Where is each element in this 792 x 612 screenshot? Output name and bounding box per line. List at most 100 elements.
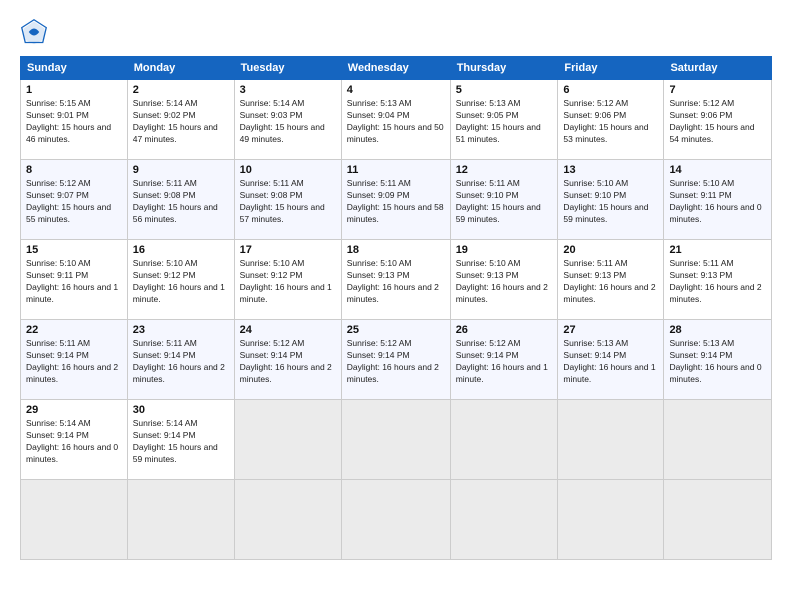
calendar-week-row: 22 Sunrise: 5:11 AMSunset: 9:14 PMDayligh… [21, 320, 772, 400]
empty-cell [664, 400, 772, 480]
empty-cell [341, 400, 450, 480]
day-cell: 28 Sunrise: 5:13 AMSunset: 9:14 PMDayligh… [664, 320, 772, 400]
empty-cell [127, 480, 234, 560]
day-detail: Sunrise: 5:10 AMSunset: 9:12 PMDaylight:… [240, 258, 336, 306]
day-number: 7 [669, 84, 766, 96]
day-detail: Sunrise: 5:10 AMSunset: 9:11 PMDaylight:… [669, 178, 766, 226]
weekday-header: Sunday [21, 57, 128, 80]
day-number: 10 [240, 164, 336, 176]
calendar-header-row: SundayMondayTuesdayWednesdayThursdayFrid… [21, 57, 772, 80]
calendar-week-row: 1 Sunrise: 5:15 AMSunset: 9:01 PMDaylight… [21, 80, 772, 160]
day-number: 18 [347, 244, 445, 256]
empty-cell [450, 480, 558, 560]
day-cell: 30 Sunrise: 5:14 AMSunset: 9:14 PMDayligh… [127, 400, 234, 480]
day-number: 13 [563, 164, 658, 176]
logo [20, 18, 52, 46]
day-detail: Sunrise: 5:10 AMSunset: 9:13 PMDaylight:… [347, 258, 445, 306]
weekday-header: Wednesday [341, 57, 450, 80]
empty-cell [558, 400, 664, 480]
day-cell: 22 Sunrise: 5:11 AMSunset: 9:14 PMDayligh… [21, 320, 128, 400]
day-detail: Sunrise: 5:13 AMSunset: 9:04 PMDaylight:… [347, 98, 445, 146]
day-cell: 3 Sunrise: 5:14 AMSunset: 9:03 PMDaylight… [234, 80, 341, 160]
logo-icon [20, 18, 48, 46]
day-cell: 21 Sunrise: 5:11 AMSunset: 9:13 PMDayligh… [664, 240, 772, 320]
day-number: 5 [456, 84, 553, 96]
day-detail: Sunrise: 5:11 AMSunset: 9:10 PMDaylight:… [456, 178, 553, 226]
day-cell: 8 Sunrise: 5:12 AMSunset: 9:07 PMDaylight… [21, 160, 128, 240]
day-detail: Sunrise: 5:13 AMSunset: 9:14 PMDaylight:… [563, 338, 658, 386]
day-cell: 15 Sunrise: 5:10 AMSunset: 9:11 PMDayligh… [21, 240, 128, 320]
day-number: 14 [669, 164, 766, 176]
day-detail: Sunrise: 5:12 AMSunset: 9:06 PMDaylight:… [669, 98, 766, 146]
day-detail: Sunrise: 5:13 AMSunset: 9:14 PMDaylight:… [669, 338, 766, 386]
day-number: 26 [456, 324, 553, 336]
day-number: 8 [26, 164, 122, 176]
day-number: 4 [347, 84, 445, 96]
day-number: 28 [669, 324, 766, 336]
day-cell: 26Sunrise: 5:12 AMSunset: 9:14 PMDayligh… [450, 320, 558, 400]
day-detail: Sunrise: 5:11 AMSunset: 9:13 PMDaylight:… [669, 258, 766, 306]
day-cell: 11Sunrise: 5:11 AMSunset: 9:09 PMDayligh… [341, 160, 450, 240]
weekday-header: Friday [558, 57, 664, 80]
day-number: 6 [563, 84, 658, 96]
day-number: 21 [669, 244, 766, 256]
calendar-week-row: 8 Sunrise: 5:12 AMSunset: 9:07 PMDaylight… [21, 160, 772, 240]
day-number: 24 [240, 324, 336, 336]
day-detail: Sunrise: 5:11 AMSunset: 9:14 PMDaylight:… [133, 338, 229, 386]
day-detail: Sunrise: 5:14 AMSunset: 9:14 PMDaylight:… [133, 418, 229, 466]
day-cell: 10 Sunrise: 5:11 AMSunset: 9:08 PMDayligh… [234, 160, 341, 240]
empty-cell [21, 480, 128, 560]
day-detail: Sunrise: 5:14 AMSunset: 9:03 PMDaylight:… [240, 98, 336, 146]
day-detail: Sunrise: 5:14 AMSunset: 9:02 PMDaylight:… [133, 98, 229, 146]
empty-cell [664, 480, 772, 560]
day-number: 30 [133, 404, 229, 416]
empty-cell [341, 480, 450, 560]
day-cell: 16 Sunrise: 5:10 AMSunset: 9:12 PMDayligh… [127, 240, 234, 320]
day-cell: 12Sunrise: 5:11 AMSunset: 9:10 PMDayligh… [450, 160, 558, 240]
empty-cell [234, 400, 341, 480]
day-number: 19 [456, 244, 553, 256]
day-cell: 1 Sunrise: 5:15 AMSunset: 9:01 PMDaylight… [21, 80, 128, 160]
day-cell: 13 Sunrise: 5:10 AMSunset: 9:10 PMDayligh… [558, 160, 664, 240]
day-number: 16 [133, 244, 229, 256]
day-number: 15 [26, 244, 122, 256]
weekday-header: Tuesday [234, 57, 341, 80]
day-detail: Sunrise: 5:12 AMSunset: 9:07 PMDaylight:… [26, 178, 122, 226]
weekday-header: Saturday [664, 57, 772, 80]
calendar-body: 1 Sunrise: 5:15 AMSunset: 9:01 PMDaylight… [21, 80, 772, 560]
day-number: 1 [26, 84, 122, 96]
day-number: 3 [240, 84, 336, 96]
calendar-table: SundayMondayTuesdayWednesdayThursdayFrid… [20, 56, 772, 560]
day-detail: Sunrise: 5:11 AMSunset: 9:14 PMDaylight:… [26, 338, 122, 386]
day-number: 27 [563, 324, 658, 336]
day-cell: 19Sunrise: 5:10 AMSunset: 9:13 PMDayligh… [450, 240, 558, 320]
day-number: 23 [133, 324, 229, 336]
day-cell: 23 Sunrise: 5:11 AMSunset: 9:14 PMDayligh… [127, 320, 234, 400]
day-number: 9 [133, 164, 229, 176]
day-cell: 25Sunrise: 5:12 AMSunset: 9:14 PMDayligh… [341, 320, 450, 400]
day-detail: Sunrise: 5:12 AMSunset: 9:14 PMDaylight:… [240, 338, 336, 386]
day-detail: Sunrise: 5:11 AMSunset: 9:08 PMDaylight:… [240, 178, 336, 226]
day-detail: Sunrise: 5:10 AMSunset: 9:12 PMDaylight:… [133, 258, 229, 306]
day-number: 20 [563, 244, 658, 256]
day-detail: Sunrise: 5:10 AMSunset: 9:11 PMDaylight:… [26, 258, 122, 306]
day-detail: Sunrise: 5:13 AMSunset: 9:05 PMDaylight:… [456, 98, 553, 146]
day-number: 22 [26, 324, 122, 336]
calendar-week-row: 15 Sunrise: 5:10 AMSunset: 9:11 PMDayligh… [21, 240, 772, 320]
day-number: 17 [240, 244, 336, 256]
day-cell: 27 Sunrise: 5:13 AMSunset: 9:14 PMDayligh… [558, 320, 664, 400]
empty-cell [558, 480, 664, 560]
day-detail: Sunrise: 5:15 AMSunset: 9:01 PMDaylight:… [26, 98, 122, 146]
day-cell: 18 Sunrise: 5:10 AMSunset: 9:13 PMDayligh… [341, 240, 450, 320]
day-cell: 29Sunrise: 5:14 AMSunset: 9:14 PMDayligh… [21, 400, 128, 480]
day-detail: Sunrise: 5:12 AMSunset: 9:06 PMDaylight:… [563, 98, 658, 146]
day-number: 25 [347, 324, 445, 336]
page-header [20, 18, 772, 46]
day-detail: Sunrise: 5:10 AMSunset: 9:10 PMDaylight:… [563, 178, 658, 226]
day-cell: 24 Sunrise: 5:12 AMSunset: 9:14 PMDayligh… [234, 320, 341, 400]
empty-cell [450, 400, 558, 480]
day-cell: 17 Sunrise: 5:10 AMSunset: 9:12 PMDayligh… [234, 240, 341, 320]
day-cell: 14 Sunrise: 5:10 AMSunset: 9:11 PMDayligh… [664, 160, 772, 240]
day-cell: 20Sunrise: 5:11 AMSunset: 9:13 PMDayligh… [558, 240, 664, 320]
weekday-header: Thursday [450, 57, 558, 80]
